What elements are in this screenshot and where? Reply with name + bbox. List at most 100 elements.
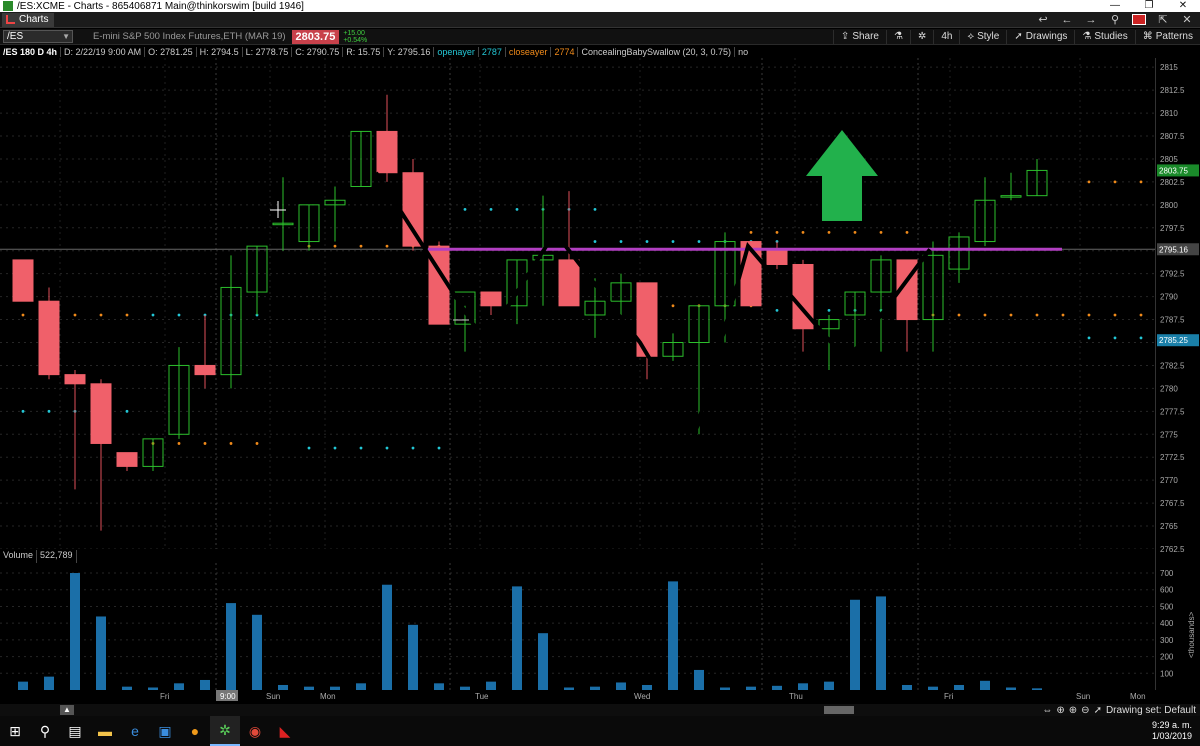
drawing-set-label[interactable]: Drawing set: Default — [1106, 705, 1196, 716]
price-axis[interactable]: 2815 2812.5 2810 2807.5 2805 2802.5 2800 2797.5… — [1155, 58, 1200, 690]
study-dot — [775, 230, 779, 234]
study-dot — [983, 313, 987, 317]
chevron-down-icon[interactable]: ▼ — [62, 31, 70, 42]
tab-charts[interactable]: Charts — [2, 12, 55, 27]
style-icon: ⟡ — [967, 30, 975, 42]
back-icon[interactable]: ← — [1060, 14, 1074, 26]
study-dot — [203, 442, 207, 445]
volume-value: 522,789 — [37, 550, 77, 563]
study-closeayer-name[interactable]: closeayer — [504, 46, 551, 57]
app-icon-orange[interactable]: ● — [180, 716, 210, 746]
volume-pane[interactable] — [0, 563, 1155, 690]
chrome-icon[interactable]: ◉ — [240, 716, 270, 746]
aggregation-label: 4h — [941, 30, 953, 42]
price-tick-label: 2792.5 — [1160, 270, 1185, 279]
price-pane[interactable] — [0, 58, 1155, 550]
volume-tick-label: 300 — [1160, 636, 1174, 645]
study-dot — [359, 446, 363, 450]
studies-button[interactable]: ⚗ Studies — [1074, 29, 1134, 44]
study-openayer-name[interactable]: openayer — [433, 46, 478, 57]
time-tick-label: Fri — [160, 692, 170, 701]
study-dot — [359, 244, 363, 248]
candle-down — [38, 300, 60, 376]
flask-button[interactable]: ⚗ — [886, 29, 910, 44]
price-tick-label: 2800 — [1160, 201, 1178, 210]
search-icon[interactable]: ⚲ — [30, 716, 60, 746]
price-chart[interactable] — [0, 58, 1155, 550]
layout-icon[interactable] — [1132, 14, 1146, 25]
edge-icon[interactable]: e — [120, 716, 150, 746]
store-icon[interactable]: ▣ — [150, 716, 180, 746]
price-tick-label: 2772.5 — [1160, 453, 1185, 462]
share-label: Share — [852, 30, 879, 42]
gear-icon: ✲ — [917, 30, 927, 42]
volume-bar — [96, 616, 106, 690]
share-button[interactable]: ⇪ Share — [832, 29, 886, 44]
window-title: /ES:XCME - Charts - 865406871 Main@think… — [17, 0, 304, 12]
horizontal-scrollbar[interactable] — [824, 706, 854, 714]
search-icon[interactable]: ⚲ — [1108, 13, 1122, 26]
volume-bar — [252, 614, 262, 690]
minimize-button[interactable]: — — [1098, 0, 1132, 12]
chart-statusbar: ▲ ⇔ ⊕ ⊕ ⊖ ➚ Drawing set: Default — [0, 704, 1200, 716]
close-tab-icon[interactable]: ✕ — [1180, 13, 1194, 26]
bar-low: L: 2778.75 — [241, 46, 292, 57]
zoom-in-icon[interactable]: ⊕ — [1069, 705, 1077, 716]
volume-header: Volume 522,789 — [0, 550, 77, 563]
settings-button[interactable]: ✲ — [909, 29, 933, 44]
patterns-button[interactable]: ⌘ Patterns — [1134, 29, 1200, 44]
study-pattern-name[interactable]: ConcealingBabySwallow (20, 3, 0.75) — [577, 46, 734, 57]
drawings-label: Drawings — [1025, 30, 1068, 42]
undo-icon[interactable]: ↩ — [1036, 13, 1050, 26]
cursor-icon: ➚ — [1014, 30, 1023, 42]
window-controls: — ❐ ✕ — [1098, 0, 1200, 12]
forward-icon[interactable]: → — [1084, 14, 1098, 26]
bar-close: C: 2790.75 — [291, 46, 342, 57]
detach-icon[interactable]: ⇱ — [1156, 13, 1170, 26]
file-explorer-icon[interactable]: ▬ — [90, 716, 120, 746]
study-dot — [463, 208, 467, 211]
price-tick-label: 2775 — [1160, 430, 1178, 439]
study-dot — [645, 240, 649, 243]
task-view-icon[interactable]: ▤ — [60, 716, 90, 746]
symbol-input[interactable]: /ES ▼ — [3, 30, 73, 43]
app-icon-red[interactable]: ◣ — [270, 716, 300, 746]
green-arrow-icon — [806, 130, 878, 221]
volume-chart[interactable] — [0, 563, 1155, 690]
time-axis[interactable]: Fri 9:00 Sun Mon Tue Wed Thu Fri Sun Mon — [0, 690, 1200, 704]
chart-toolbar: /ES ▼ E-mini S&P 500 Index Futures,ETH (… — [0, 29, 1200, 45]
price-tick-label: 2770 — [1160, 476, 1178, 485]
maximize-button[interactable]: ❐ — [1132, 0, 1166, 12]
crosshair-icon[interactable]: ⊕ — [1056, 705, 1064, 716]
drawings-button[interactable]: ➚ Drawings — [1006, 29, 1074, 44]
volume-bar — [70, 573, 80, 690]
study-dot — [385, 446, 389, 450]
last-price: 2803.75 — [291, 29, 340, 44]
candle-down — [376, 130, 398, 174]
volume-bar — [18, 681, 28, 690]
pan-icon[interactable]: ⇔ — [1042, 705, 1052, 716]
price-tick-label: 2805 — [1160, 155, 1178, 164]
windows-taskbar: ⊞ ⚲ ▤ ▬ e ▣ ● ✲ ◉ ◣ 9:29 a. m. 1/03/2019 — [0, 716, 1200, 746]
pointer-icon[interactable]: ➚ — [1094, 705, 1102, 716]
volume-unit-label: <thousands> — [1187, 611, 1196, 658]
price-tick-label: 2810 — [1160, 109, 1178, 118]
app-icon — [3, 1, 13, 11]
windows-start-icon[interactable]: ⊞ — [0, 716, 30, 746]
study-dot — [1113, 336, 1117, 340]
system-clock[interactable]: 9:29 a. m. 1/03/2019 — [1152, 720, 1200, 742]
volume-bar — [538, 633, 548, 690]
clock-time: 9:29 a. m. — [1151, 720, 1192, 730]
study-dot — [619, 240, 623, 243]
zoom-out-icon[interactable]: ⊖ — [1081, 705, 1089, 716]
expand-button[interactable]: ▲ — [60, 705, 74, 715]
volume-bar — [694, 669, 704, 690]
volume-bar — [226, 603, 236, 690]
style-button[interactable]: ⟡ Style — [959, 29, 1006, 44]
study-dot — [1139, 336, 1143, 340]
study-dot — [905, 230, 909, 234]
close-window-button[interactable]: ✕ — [1166, 0, 1200, 12]
aggregation-button[interactable]: 4h — [933, 29, 959, 44]
thinkorswim-icon[interactable]: ✲ — [210, 716, 240, 746]
study-dot — [515, 208, 519, 211]
